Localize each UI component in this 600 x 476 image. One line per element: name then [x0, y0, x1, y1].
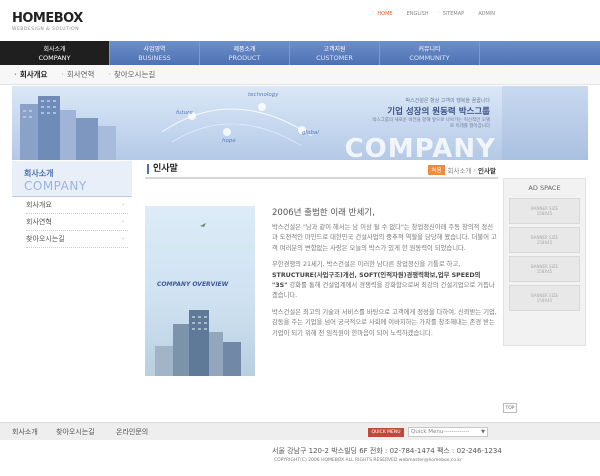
quick-menu-select[interactable]: Quick Menu------------- ▼	[408, 427, 488, 437]
utility-links: HOME ENGLISH SITEMAP ADMIN	[370, 10, 502, 17]
footer-link-location[interactable]: 찾아오시는길	[56, 427, 95, 437]
gnb-product[interactable]: 제품소개 PRODUCT	[200, 41, 290, 65]
logo[interactable]: HOMEBOX WEBDESIGN & SOLUTION	[12, 11, 83, 32]
greeting-paragraph-1: 박스건설은 "남과 같이 해서는 남 이상 될 수 없다"는 창업정신아래 주동…	[272, 224, 497, 252]
gnb-product-en: PRODUCT	[228, 54, 261, 62]
gnb-community-ko: 커뮤니티	[418, 46, 441, 53]
left-menu-item-label: 회사개요	[26, 201, 52, 209]
overview-label: COMPANY OVERVIEW	[157, 281, 229, 288]
left-menu-title-ko: 회사소개	[24, 169, 54, 178]
network-arc-graphic	[161, 103, 313, 147]
gnb-community[interactable]: 커뮤니티 COMMUNITY	[380, 41, 480, 65]
gnb-business-en: BUSINESS	[138, 54, 171, 62]
subnav-overview[interactable]: 회사개요	[14, 69, 48, 80]
visual-copy-description: 박스그룹의 새로운 비전을 향해 앞으로 나아가는 혁신적인 모델로 미래를 열…	[372, 118, 490, 129]
subnav-history[interactable]: 회사연혁	[61, 69, 95, 80]
visual-headline: 기업 성장의 원동력 박스그룹	[387, 107, 490, 117]
footer-copyright: COPYRIGHT(C) 2006 HOMEBOX ALL RIGHTS RES…	[274, 458, 462, 463]
gnb-customer-en: CUSTOMER	[316, 54, 353, 62]
breadcrumb-home[interactable]: 처음	[428, 165, 445, 175]
footer-link-company[interactable]: 회사소개	[12, 427, 38, 437]
banner-size-value: 158X45	[536, 298, 553, 303]
gnb-company-ko: 회사소개	[43, 46, 66, 53]
logo-subtitle: WEBDESIGN & SOLUTION	[12, 27, 80, 32]
ad-banner[interactable]: BANNER SIZE 158X45	[509, 256, 580, 282]
gnb-company[interactable]: 회사소개 COMPANY	[0, 41, 110, 65]
banner-size-value: 158X45	[536, 269, 553, 274]
greeting-title: 2006년 출범한 이래 반세기,	[272, 208, 375, 218]
main-navigation: 회사소개 COMPANY 사업영역 BUSINESS 제품소개 PRODUCT …	[0, 41, 600, 65]
content-title-row: 인사말 처음 회사소개 › 인사말	[145, 161, 498, 179]
util-home-link[interactable]: HOME	[370, 10, 399, 17]
footer-info: 서울 강남구 120-2 박스빌딩 6F 전화 : 02-784-1474 팩스…	[0, 440, 600, 476]
footer-link-inquiry[interactable]: 온라인문의	[116, 427, 148, 437]
quick-menu-value: Quick Menu-------------	[411, 429, 470, 435]
visual-company-watermark: COMPANY	[344, 134, 496, 160]
paragraph-2-line-a: 무한경쟁의 21세기, 박스건설은 이러한 남다른 창업정신을 기틀로 하고,	[272, 261, 461, 269]
banner-size-value: 158X45	[536, 211, 553, 216]
vis-word-technology: technology	[248, 92, 279, 98]
gnb-customer-ko: 고객지원	[323, 46, 346, 53]
left-menu-item-label: 회사연혁	[26, 218, 52, 226]
ad-banner[interactable]: BANNER SIZE 158X45	[509, 227, 580, 253]
company-overview-image: COMPANY OVERVIEW	[145, 206, 255, 376]
left-menu-title-en: COMPANY	[24, 179, 87, 193]
ad-space-title: AD SPACE	[528, 184, 561, 192]
vis-word-future: future	[176, 110, 193, 116]
vis-word-global: global	[302, 130, 319, 136]
chevron-down-icon: ▼	[481, 429, 485, 435]
left-menu-header: 회사소개 COMPANY	[12, 161, 132, 197]
top-button[interactable]: TOP	[503, 403, 517, 413]
quick-menu-label: QUICK MENU	[368, 428, 404, 437]
left-menu-item-overview[interactable]: 회사개요 ›	[26, 197, 128, 214]
logo-text: HOMEBOX	[12, 11, 83, 26]
ad-space: AD SPACE BANNER SIZE 158X45 BANNER SIZE …	[503, 178, 586, 346]
footer-address: 서울 강남구 120-2 박스빌딩 6F 전화 : 02-784-1474 팩스…	[272, 447, 502, 455]
gnb-business[interactable]: 사업영역 BUSINESS	[110, 41, 200, 65]
chevron-right-icon: ›	[122, 202, 124, 208]
left-menu: 회사소개 COMPANY 회사개요 › 회사연혁 › 찾아오시는길 ›	[12, 161, 132, 248]
banner-size-value: 158X45	[536, 240, 553, 245]
ad-banner[interactable]: BANNER SIZE 158X45	[509, 198, 580, 224]
breadcrumb-parent[interactable]: 회사소개	[448, 165, 472, 175]
gnb-customer[interactable]: 고객지원 CUSTOMER	[290, 41, 380, 65]
visual-right-panel	[502, 86, 588, 160]
page-title: 인사말	[147, 164, 178, 174]
buildings-left-image	[20, 96, 116, 160]
left-menu-item-history[interactable]: 회사연혁 ›	[26, 214, 128, 231]
chevron-right-icon: ›	[122, 236, 124, 242]
util-sitemap-link[interactable]: SITEMAP	[436, 10, 472, 17]
breadcrumb-current: 인사말	[478, 167, 496, 175]
breadcrumb: 처음 회사소개 › 인사말	[428, 165, 496, 175]
chevron-right-icon: ›	[122, 219, 124, 225]
left-menu-item-location[interactable]: 찾아오시는길 ›	[26, 231, 128, 248]
util-admin-link[interactable]: ADMIN	[471, 10, 502, 17]
paragraph-2-line-c: 강화를 통해 건설업계에서 경쟁력을 강화함으로써 최강의 건설기업으로 거듭나…	[272, 282, 495, 300]
greeting-paragraph-3: 박스건설은 최고의 기술과 서비스를 바탕으로 고객에게 정성을 다하여, 신뢰…	[272, 308, 497, 337]
gnb-company-en: COMPANY	[38, 54, 71, 62]
header: HOMEBOX WEBDESIGN & SOLUTION HOME ENGLIS…	[0, 0, 600, 40]
gnb-business-ko: 사업영역	[143, 46, 166, 53]
visual-banner: future technology hope global 박스건설은 항상 고…	[12, 86, 588, 160]
left-menu-item-label: 찾아오시는길	[26, 235, 65, 243]
gnb-product-ko: 제품소개	[233, 46, 256, 53]
footer-navigation: 회사소개 찾아오시는길 온라인문의 QUICK MENU Quick Menu-…	[0, 422, 600, 440]
greeting-paragraph-2: 무한경쟁의 21세기, 박스건설은 이러한 남다른 창업정신을 기틀로 하고, …	[272, 260, 498, 302]
sub-navigation: 회사개요 회사연혁 찾아오시는길	[0, 65, 600, 85]
overview-buildings-graphic	[155, 223, 241, 376]
subnav-location[interactable]: 찾아오시는길	[108, 69, 155, 80]
greeting-text: 2006년 출범한 이래 반세기, 박스건설은 "남과 같이 해서는 남 이상 …	[272, 206, 498, 345]
gnb-community-en: COMMUNITY	[409, 54, 450, 62]
main-content: 인사말 처음 회사소개 › 인사말 COMPANY OVERVIEW 2006년…	[145, 161, 498, 376]
vis-word-hope: hope	[222, 138, 236, 144]
visual-copy-small: 박스건설은 항상 고객의 행복을 꿈꿉니다	[405, 98, 490, 104]
ad-banner[interactable]: BANNER SIZE 158X45	[509, 285, 580, 311]
breadcrumb-separator-icon: ›	[473, 166, 477, 174]
util-english-link[interactable]: ENGLISH	[400, 10, 436, 17]
